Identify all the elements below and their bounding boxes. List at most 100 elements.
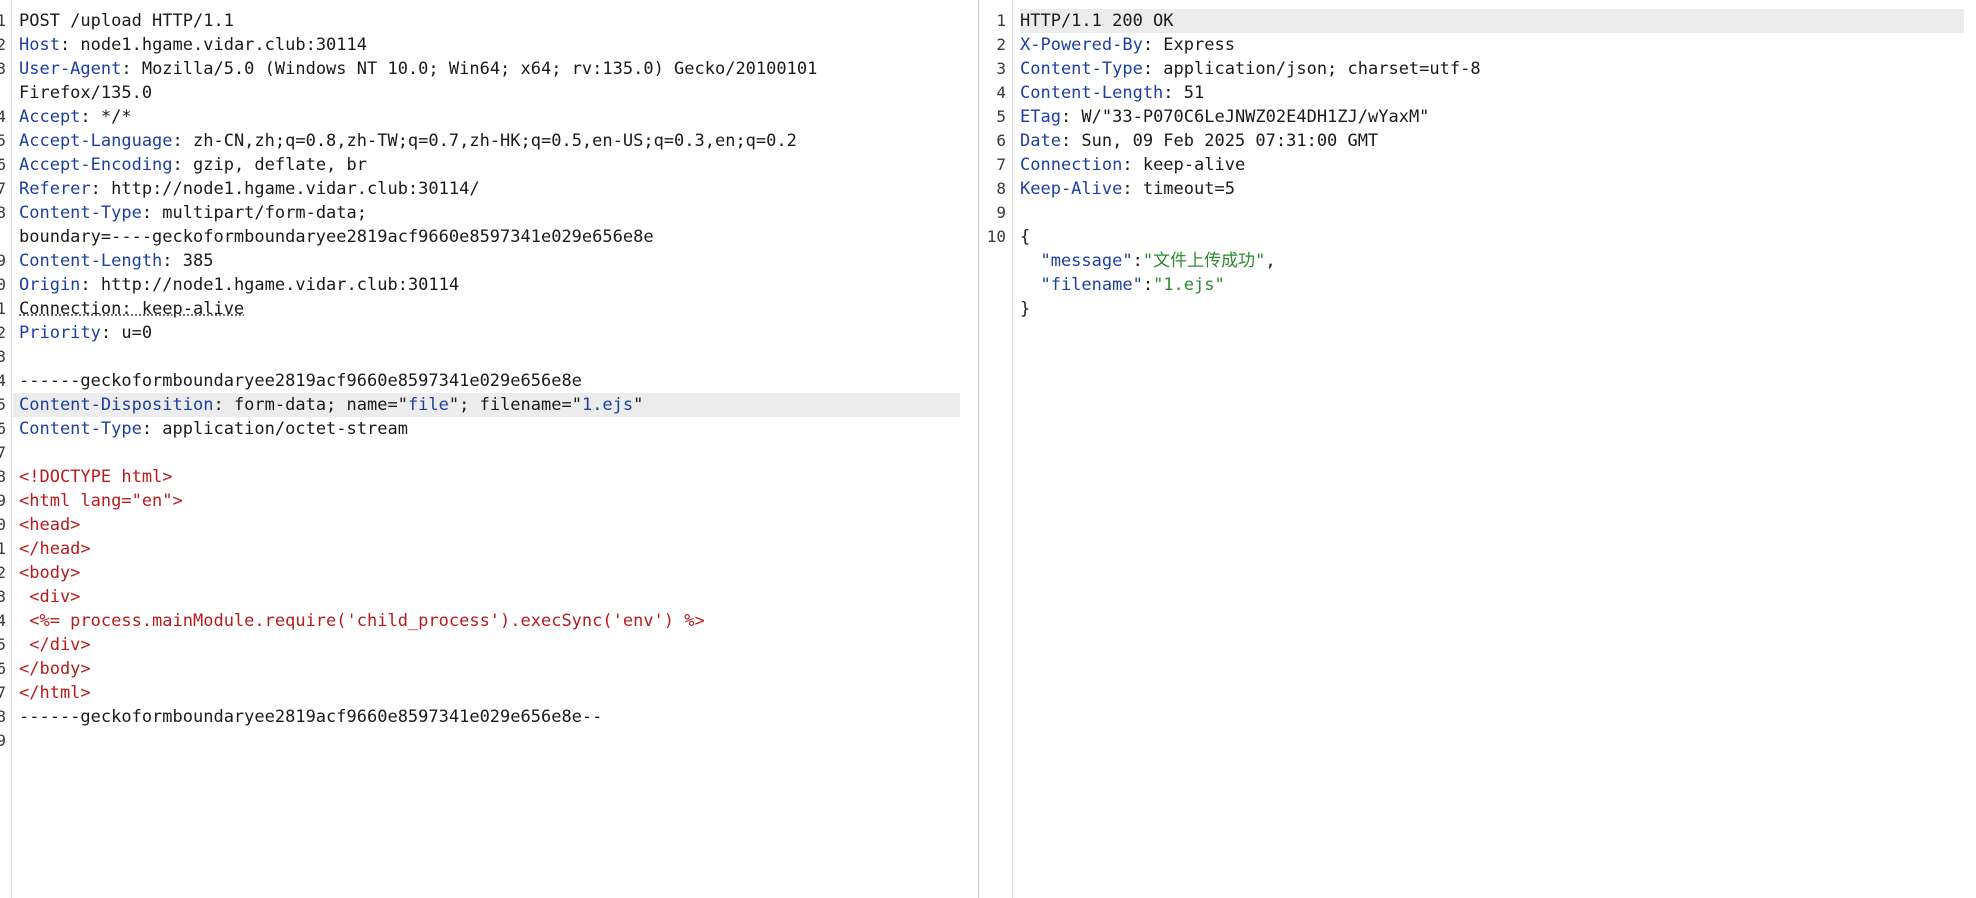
response-line[interactable]: 5 ETag: W/"33-P070C6LeJNWZ02E4DH1ZJ/wYaxM…: [982, 105, 1976, 129]
response-token: Date: [1020, 131, 1061, 151]
request-line[interactable]: 9 <html lang="en">: [0, 489, 978, 513]
request-line-number: 6: [0, 155, 6, 174]
request-line[interactable]: 3: [0, 345, 978, 369]
request-line[interactable]: 7 Referer: http://node1.hgame.vidar.club:…: [0, 177, 978, 201]
request-token: </html>: [19, 683, 91, 703]
request-line[interactable]: 6 Accept-Encoding: gzip, deflate, br: [0, 153, 978, 177]
request-line[interactable]: 8 <!DOCTYPE html>: [0, 465, 978, 489]
response-line[interactable]: 7 Connection: keep-alive: [982, 153, 1976, 177]
response-line[interactable]: "message":"文件上传成功",: [982, 249, 1976, 273]
request-line[interactable]: 8 Content-Type: multipart/form-data;: [0, 201, 978, 225]
request-line[interactable]: 8 ------geckoformboundaryee2819acf9660e85…: [0, 705, 978, 729]
request-line-text: Connection: keep-alive: [19, 297, 244, 321]
request-line[interactable]: 6 Content-Type: application/octet-stream: [0, 417, 978, 441]
response-lines: 1 HTTP/1.1 200 OK 2 X-Powered-By: Express 3 C…: [982, 9, 1976, 321]
request-line[interactable]: 3 User-Agent: Mozilla/5.0 (Windows NT 10.…: [0, 57, 978, 81]
request-token: </div>: [19, 635, 91, 655]
request-token: <%= process.mainModule.require('child_pr…: [19, 611, 705, 631]
request-line-text: <!DOCTYPE html>: [19, 465, 173, 489]
request-line-text: ------geckoformboundaryee2819acf9660e859…: [19, 369, 582, 393]
response-token: Connection: [1020, 155, 1123, 175]
response-line[interactable]: 3 Content-Type: application/json; charset…: [982, 57, 1976, 81]
request-line[interactable]: 9 Content-Length: 385: [0, 249, 978, 273]
request-editor[interactable]: 1 POST /upload HTTP/1.1 2 Host: node1.hgame…: [0, 0, 978, 898]
request-line-number: 7: [0, 179, 6, 198]
response-line[interactable]: 6 Date: Sun, 09 Feb 2025 07:31:00 GMT: [982, 129, 1976, 153]
request-token: Content-Disposition: [19, 395, 214, 415]
response-line[interactable]: }: [982, 297, 1976, 321]
response-line-text: Keep-Alive: timeout=5: [1020, 177, 1235, 201]
request-line-number: 7: [0, 683, 6, 702]
response-token: : timeout=5: [1122, 179, 1235, 199]
request-line[interactable]: boundary=----geckoformboundaryee2819acf9…: [0, 225, 978, 249]
request-line[interactable]: 2 <body>: [0, 561, 978, 585]
response-line[interactable]: 1 HTTP/1.1 200 OK: [982, 9, 1976, 33]
response-line[interactable]: 2 X-Powered-By: Express: [982, 33, 1976, 57]
request-token: </body>: [19, 659, 91, 679]
request-line-number: 1: [0, 299, 6, 318]
request-line[interactable]: 4 <%= process.mainModule.require('child_…: [0, 609, 978, 633]
request-line-text: Host: node1.hgame.vidar.club:30114: [19, 33, 367, 57]
request-line-number: 5: [0, 395, 6, 414]
request-line-number: 7: [0, 443, 6, 462]
response-token: Content-Length: [1020, 83, 1164, 103]
request-line-number: 4: [0, 611, 6, 630]
request-line[interactable]: 4 Accept: */*: [0, 105, 978, 129]
request-line[interactable]: 2 Priority: u=0: [0, 321, 978, 345]
response-line[interactable]: 4 Content-Length: 51: [982, 81, 1976, 105]
response-line-text: ETag: W/"33-P070C6LeJNWZ02E4DH1ZJ/wYaxM": [1020, 105, 1429, 129]
request-line[interactable]: 9: [0, 729, 978, 753]
request-line-number: 2: [0, 563, 6, 582]
request-line-text: </div>: [19, 633, 91, 657]
request-token: <html lang="en">: [19, 491, 183, 511]
request-line-number: 3: [0, 587, 6, 606]
request-line[interactable]: 2 Host: node1.hgame.vidar.club:30114: [0, 33, 978, 57]
response-viewer[interactable]: 1 HTTP/1.1 200 OK 2 X-Powered-By: Express 3 C…: [982, 0, 1976, 898]
response-line-number: 3: [996, 59, 1006, 78]
request-token: ------geckoformboundaryee2819acf9660e859…: [19, 371, 582, 391]
request-line[interactable]: Firefox/135.0: [0, 81, 978, 105]
request-line-text: ------geckoformboundaryee2819acf9660e859…: [19, 705, 602, 729]
response-line-number: 7: [996, 155, 1006, 174]
request-line-text: User-Agent: Mozilla/5.0 (Windows NT 10.0…: [19, 57, 817, 81]
request-line[interactable]: 5 Content-Disposition: form-data; name="f…: [0, 393, 978, 417]
request-line[interactable]: 1 POST /upload HTTP/1.1: [0, 9, 978, 33]
request-line-number: 9: [0, 491, 6, 510]
request-line-number: 5: [0, 635, 6, 654]
request-line-number: 8: [0, 707, 6, 726]
request-line[interactable]: 4 ------geckoformboundaryee2819acf9660e85…: [0, 369, 978, 393]
request-line-text: boundary=----geckoformboundaryee2819acf9…: [19, 225, 654, 249]
response-line-text: Connection: keep-alive: [1020, 153, 1245, 177]
response-line[interactable]: 8 Keep-Alive: timeout=5: [982, 177, 1976, 201]
request-line[interactable]: 6 </body>: [0, 657, 978, 681]
request-line[interactable]: 7: [0, 441, 978, 465]
response-line[interactable]: 10 {: [982, 225, 1976, 249]
request-line[interactable]: 3 <div>: [0, 585, 978, 609]
response-line-text: }: [1020, 297, 1030, 321]
response-line[interactable]: 9: [982, 201, 1976, 225]
request-token: Accept-Language: [19, 131, 173, 151]
request-line[interactable]: 1 Connection: keep-alive: [0, 297, 978, 321]
request-lines: 1 POST /upload HTTP/1.1 2 Host: node1.hgame…: [0, 9, 978, 753]
request-line-text: Accept-Language: zh-CN,zh;q=0.8,zh-TW;q=…: [19, 129, 797, 153]
request-line[interactable]: 7 </html>: [0, 681, 978, 705]
request-line[interactable]: 0 <head>: [0, 513, 978, 537]
request-line[interactable]: 5 </div>: [0, 633, 978, 657]
request-line[interactable]: 1 </head>: [0, 537, 978, 561]
response-line-text: X-Powered-By: Express: [1020, 33, 1235, 57]
response-line-number: 9: [996, 203, 1006, 222]
request-line-number: 1: [0, 539, 6, 558]
response-token: }: [1020, 299, 1031, 319]
pane-divider[interactable]: [978, 0, 979, 898]
response-token: : Sun, 09 Feb 2025 07:31:00 GMT: [1060, 131, 1379, 151]
request-line[interactable]: 0 Origin: http://node1.hgame.vidar.club:3…: [0, 273, 978, 297]
response-line[interactable]: "filename":"1.ejs": [982, 273, 1976, 297]
request-token: : node1.hgame.vidar.club:30114: [59, 35, 367, 55]
request-token: Content-Length: [19, 251, 163, 271]
request-token: boundary=----geckoformboundaryee2819acf9…: [19, 227, 654, 247]
request-line-text: Referer: http://node1.hgame.vidar.club:3…: [19, 177, 480, 201]
response-token: Content-Type: [1020, 59, 1143, 79]
request-line[interactable]: 5 Accept-Language: zh-CN,zh;q=0.8,zh-TW;q…: [0, 129, 978, 153]
request-line-text: Accept-Encoding: gzip, deflate, br: [19, 153, 367, 177]
request-line-number: 2: [0, 35, 6, 54]
